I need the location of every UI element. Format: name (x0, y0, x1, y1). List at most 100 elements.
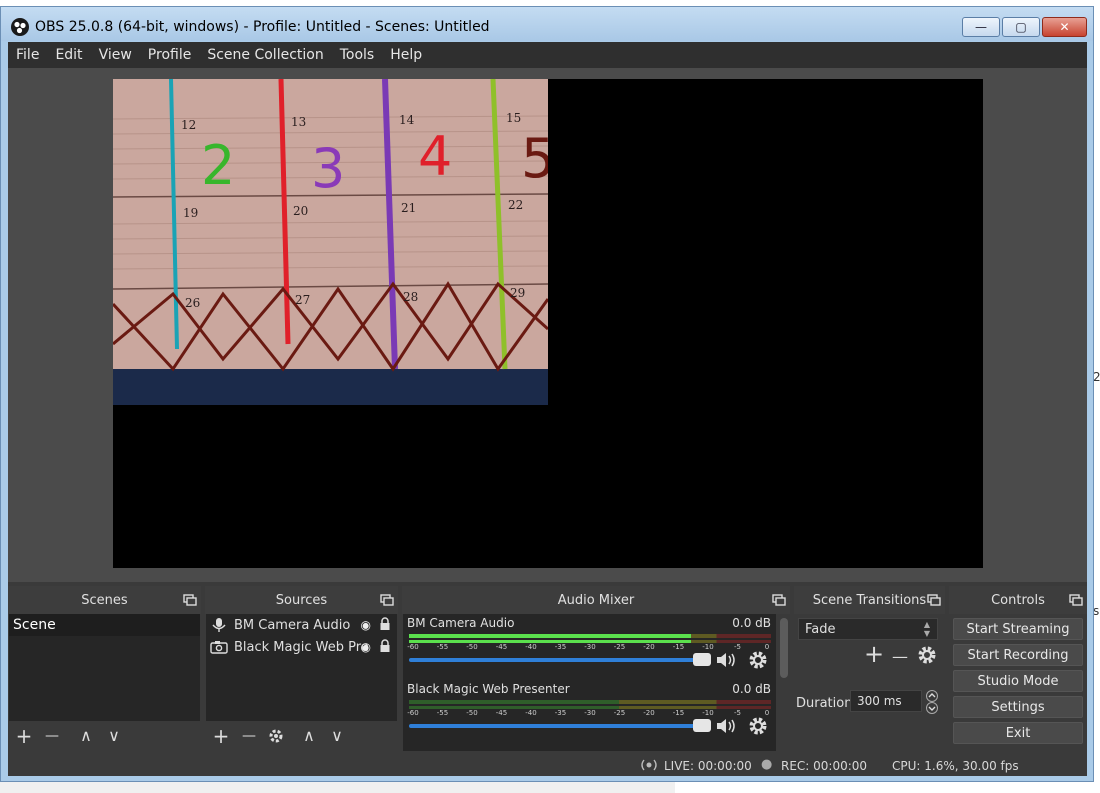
channel-name: Black Magic Web Presenter (407, 682, 570, 696)
menu-edit[interactable]: Edit (47, 47, 90, 63)
title-bar[interactable]: OBS 25.0.8 (64-bit, windows) - Profile: … (1, 7, 1093, 41)
duration-spinner-icon[interactable] (924, 690, 940, 714)
duration-input[interactable]: 300 ms (850, 690, 922, 712)
calendar-date: 27 (295, 293, 310, 307)
lock-icon[interactable] (379, 639, 391, 653)
meter-tick-label: -10 (702, 643, 714, 651)
speaker-icon[interactable] (715, 650, 739, 670)
move-source-down-button[interactable]: ∨ (327, 726, 347, 746)
scenes-dock: Scenes Scene + — ∧ ∨ (8, 586, 201, 751)
calendar-date: 13 (291, 115, 306, 129)
transition-select[interactable]: Fade ▲ ▼ (798, 618, 938, 640)
dock-area: Scenes Scene + — ∧ ∨ Sources BM Camera A… (8, 586, 1087, 753)
undock-icon[interactable] (927, 594, 941, 606)
meter-tick-label: -40 (525, 643, 537, 651)
meter-tick-label: -60 (407, 643, 419, 651)
meter-tick-label: -45 (495, 709, 508, 717)
window-title: OBS 25.0.8 (64-bit, windows) - Profile: … (35, 19, 490, 35)
scenes-list[interactable]: Scene (9, 614, 200, 721)
add-source-button[interactable]: + (211, 726, 231, 746)
scene-transitions-dock: Scene Transitions Fade ▲ ▼ + — Duration 3… (794, 586, 945, 751)
status-bar: LIVE: 00:00:00 ● REC: 00:00:00 CPU: 1.6%… (8, 753, 1087, 776)
menu-help[interactable]: Help (382, 47, 430, 63)
channel-gear-icon[interactable] (747, 649, 769, 671)
close-button[interactable]: ✕ (1042, 17, 1087, 37)
undock-icon[interactable] (772, 594, 786, 606)
meter-tick-label: -35 (554, 643, 567, 651)
calendar-date: 19 (183, 206, 198, 220)
calendar-date: 21 (401, 201, 416, 215)
volume-slider[interactable] (409, 658, 709, 662)
menu-scene-collection[interactable]: Scene Collection (199, 47, 331, 63)
move-source-up-button[interactable]: ∧ (299, 726, 319, 746)
obs-window: OBS 25.0.8 (64-bit, windows) - Profile: … (0, 6, 1094, 782)
meter-tick-label: -60 (407, 709, 419, 717)
scenes-dock-title: Scenes (81, 592, 128, 608)
microphone-icon (212, 618, 226, 632)
camera-icon (210, 641, 228, 654)
maximize-button[interactable]: ▢ (1002, 17, 1040, 37)
handwritten-digit: 5 (521, 127, 548, 190)
source-name: Black Magic Web Pre (234, 639, 369, 655)
add-scene-button[interactable]: + (14, 726, 34, 746)
calendar-date: 22 (508, 198, 523, 212)
channel-gear-icon[interactable] (747, 715, 769, 737)
menu-file[interactable]: File (8, 47, 47, 63)
scene-item[interactable]: Scene (9, 614, 200, 636)
start-recording-button[interactable]: Start Recording (953, 644, 1083, 666)
visibility-eye-icon[interactable]: ◉ (361, 640, 371, 654)
source-item[interactable]: BM Camera Audio ◉ (206, 614, 397, 636)
controls-header: Controls (949, 586, 1087, 614)
volume-slider-handle[interactable] (693, 653, 711, 666)
preview-canvas[interactable]: 12 13 14 15 19 20 21 22 26 27 28 29 2 3 … (113, 79, 983, 568)
transitions-body: Fade ▲ ▼ + — Duration 300 ms (794, 614, 945, 751)
move-scene-up-button[interactable]: ∧ (76, 726, 96, 746)
duration-value: 300 ms (857, 694, 902, 708)
menu-bar: File Edit View Profile Scene Collection … (8, 42, 1087, 68)
source-properties-gear-icon[interactable] (267, 727, 285, 745)
obs-logo-icon (11, 18, 29, 36)
move-scene-down-button[interactable]: ∨ (104, 726, 124, 746)
meter-tick-label: -40 (525, 709, 537, 717)
remove-source-button[interactable]: — (239, 726, 259, 746)
duration-label: Duration (796, 696, 853, 711)
volume-slider[interactable] (409, 724, 709, 728)
audio-mixer-title: Audio Mixer (557, 592, 635, 608)
undock-icon[interactable] (1069, 594, 1083, 606)
exit-button[interactable]: Exit (953, 722, 1083, 744)
studio-mode-button[interactable]: Studio Mode (953, 670, 1083, 692)
camera-feed: 12 13 14 15 19 20 21 22 26 27 28 29 2 3 … (113, 79, 548, 405)
settings-button[interactable]: Settings (953, 696, 1083, 718)
calendar-image: 12 13 14 15 19 20 21 22 26 27 28 29 2 3 … (113, 79, 548, 405)
menu-view[interactable]: View (91, 47, 140, 63)
source-item[interactable]: Black Magic Web Pre ◉ (206, 636, 397, 658)
transition-gear-icon[interactable] (916, 644, 938, 666)
controls-dock: Controls Start Streaming Start Recording… (949, 586, 1087, 751)
calendar-date: 15 (506, 111, 521, 125)
add-transition-button[interactable]: + (864, 642, 884, 666)
volume-slider-handle[interactable] (693, 719, 711, 732)
source-name: BM Camera Audio (234, 617, 351, 633)
speaker-icon[interactable] (715, 716, 739, 736)
calendar-date: 14 (399, 113, 415, 127)
sources-list[interactable]: BM Camera Audio ◉ Black Magic Web Pre ◉ (206, 614, 397, 721)
remove-scene-button[interactable]: — (42, 726, 62, 746)
meter-tick-label: -55 (436, 643, 449, 651)
visibility-eye-icon[interactable]: ◉ (361, 618, 371, 632)
undock-icon[interactable] (183, 594, 197, 606)
mixer-scrollbar[interactable] (780, 618, 788, 678)
undock-icon[interactable] (380, 594, 394, 606)
meter-tick-label: -10 (702, 709, 714, 717)
lock-icon[interactable] (379, 617, 391, 631)
obs-client-area: File Edit View Profile Scene Collection … (8, 42, 1087, 776)
start-streaming-button[interactable]: Start Streaming (953, 618, 1083, 640)
calendar-date: 29 (510, 286, 525, 300)
remove-transition-button[interactable]: — (890, 647, 910, 667)
meter-tick-label: -15 (672, 709, 685, 717)
minimize-button[interactable]: — (962, 17, 1000, 37)
sources-dock: Sources BM Camera Audio ◉ Black Magic We… (205, 586, 398, 751)
menu-profile[interactable]: Profile (140, 47, 200, 63)
mixer-channel: BM Camera Audio 0.0 dB -60 -55 -50 -45 -40 -3… (407, 614, 773, 680)
menu-tools[interactable]: Tools (332, 47, 383, 63)
meter-tick-label: -50 (466, 709, 478, 717)
